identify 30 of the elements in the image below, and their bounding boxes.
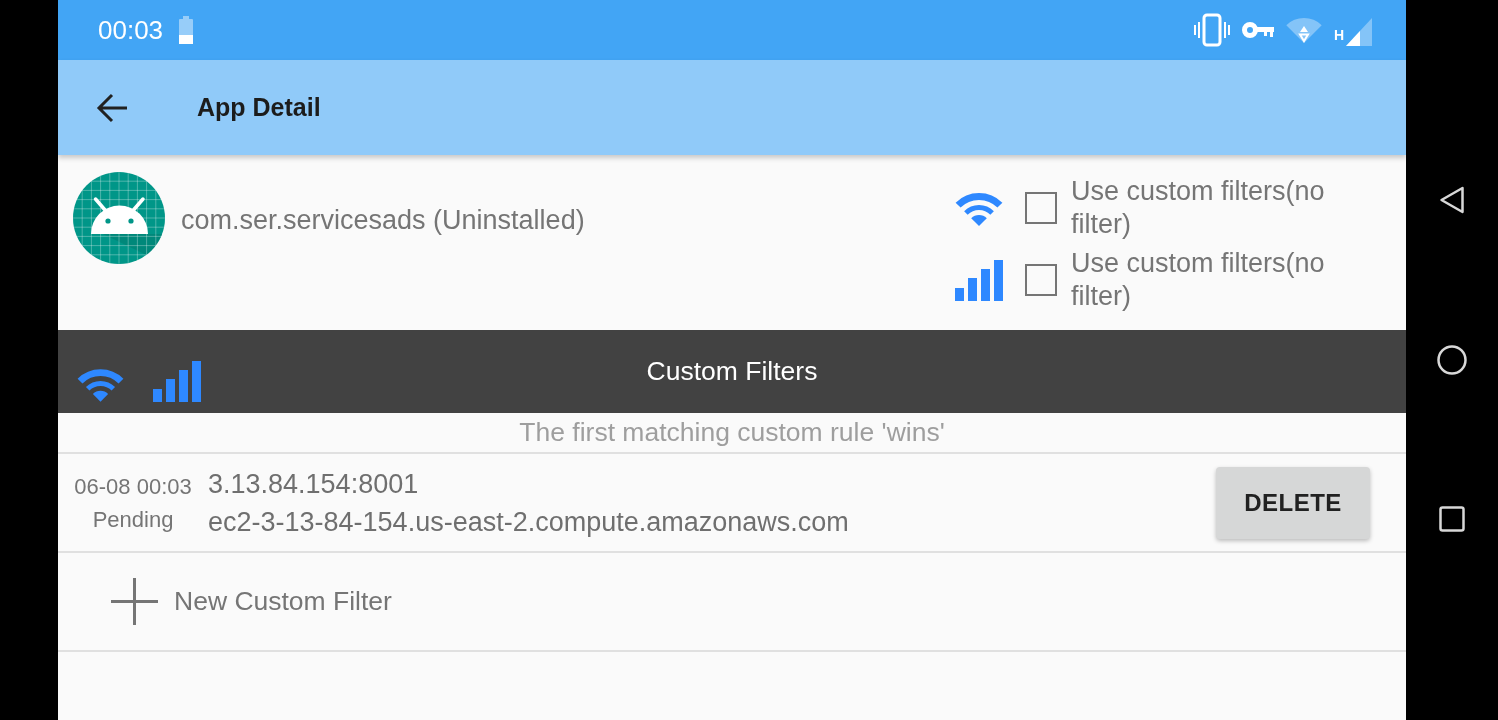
checkbox[interactable] (1025, 192, 1057, 224)
rule-status: Pending (92, 505, 174, 534)
filter-label: Use custom filters(no filter) (1071, 175, 1326, 241)
key-icon (1241, 21, 1274, 39)
android-app-icon (73, 172, 165, 264)
signal-bars-icon (955, 259, 1003, 301)
plus-icon (111, 578, 158, 625)
app-name: com.ser.servicesads (Uninstalled) (181, 204, 585, 237)
signal-bars-icon[interactable] (153, 361, 201, 402)
recents-icon[interactable] (1439, 506, 1465, 532)
vibrate-icon (1193, 13, 1230, 47)
new-filter-button[interactable]: New Custom Filter (111, 578, 392, 625)
checkbox[interactable] (1025, 264, 1057, 296)
wifi-icon[interactable] (77, 367, 124, 402)
status-time: 00:03 (98, 14, 164, 46)
battery-icon (179, 16, 194, 44)
hint-text: The first matching custom rule 'wins' (519, 417, 945, 448)
network-type: H (1333, 27, 1344, 43)
back-icon[interactable] (96, 92, 128, 123)
home-icon[interactable] (1437, 345, 1467, 375)
rule-address: 3.13.84.154:8001 (208, 467, 420, 501)
delete-button[interactable]: DELETE (1216, 466, 1370, 539)
rule-host: ec2-3-13-84-154.us-east-2.compute.amazonaws.com (208, 505, 849, 539)
filter-label: Use custom filters(no filter) (1071, 247, 1326, 313)
rule-time: 06-08 00:03 (74, 472, 192, 501)
section-title: Custom Filters (646, 356, 818, 387)
wifi-icon (955, 190, 1003, 226)
signal-icon (1346, 18, 1372, 46)
screen-title: App Detail (197, 93, 321, 122)
wifi-icon (1285, 16, 1322, 44)
